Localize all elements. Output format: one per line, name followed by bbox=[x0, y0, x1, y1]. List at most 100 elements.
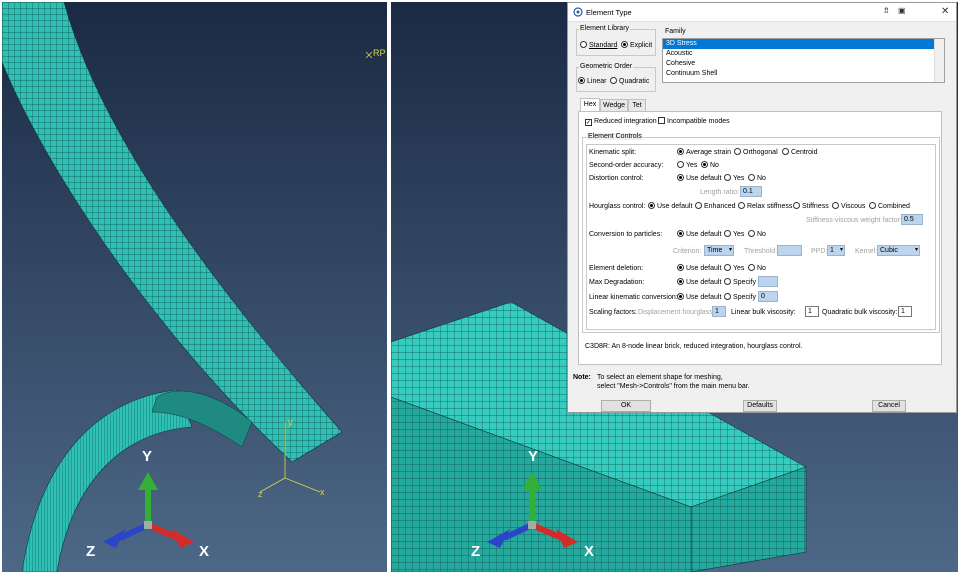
cancel-button[interactable]: Cancel bbox=[872, 400, 906, 412]
radio-conversion-default[interactable]: Use default bbox=[677, 230, 721, 239]
tab-wedge[interactable]: Wedge bbox=[600, 99, 628, 111]
family-item[interactable]: Acoustic bbox=[663, 49, 944, 59]
linear-bulk-label: Linear bulk viscosity: bbox=[731, 308, 796, 317]
family-listbox[interactable]: 3D Stress Acoustic Cohesive Continuum Sh… bbox=[662, 38, 945, 83]
criterion-select[interactable]: Time▾ bbox=[704, 245, 734, 256]
axis-label-z: Z bbox=[86, 543, 95, 560]
ok-button[interactable]: OK bbox=[601, 400, 651, 412]
tab-hex[interactable]: Hex bbox=[580, 98, 600, 111]
stiffness-viscous-label: Stiffness-viscous weight factor: bbox=[806, 216, 902, 225]
mini-axis-z: z bbox=[258, 489, 263, 499]
axis-label-x-right: X bbox=[584, 543, 594, 560]
stiffness-viscous-input[interactable]: 0.5 bbox=[901, 214, 923, 225]
element-controls-label: Element Controls bbox=[587, 133, 643, 140]
radio-degradation-specify[interactable]: Specify bbox=[724, 278, 756, 287]
close-icon[interactable]: ✕ bbox=[941, 6, 949, 17]
threshold-input[interactable] bbox=[777, 245, 802, 256]
tab-tet[interactable]: Tet bbox=[628, 99, 646, 111]
mini-axis-y: y bbox=[288, 417, 293, 427]
kernel-select[interactable]: Cubic▾ bbox=[877, 245, 920, 256]
family-label: Family bbox=[665, 27, 686, 36]
radio-second-order-yes[interactable]: Yes bbox=[677, 161, 697, 170]
radio-hourglass-relax[interactable]: Relax stiffness bbox=[738, 202, 792, 211]
pin-icon[interactable]: ⇯ bbox=[883, 6, 890, 15]
radio-average-strain[interactable]: Average strain bbox=[677, 148, 731, 157]
length-ratio-input[interactable]: 0.1 bbox=[740, 186, 762, 197]
radio-hourglass-enhanced[interactable]: Enhanced bbox=[695, 202, 736, 211]
radio-orthogonal[interactable]: Orthogonal bbox=[734, 148, 778, 157]
defaults-button[interactable]: Defaults bbox=[743, 400, 777, 412]
element-deletion-label: Element deletion: bbox=[589, 264, 643, 273]
max-degradation-label: Max Degradation: bbox=[589, 278, 644, 287]
radio-conversion-yes[interactable]: Yes bbox=[724, 230, 744, 239]
note-label: Note: bbox=[573, 373, 591, 382]
radio-explicit[interactable]: Explicit bbox=[621, 41, 652, 50]
radio-deletion-yes[interactable]: Yes bbox=[724, 264, 744, 273]
app-icon bbox=[573, 7, 583, 17]
radio-kinematic-default[interactable]: Use default bbox=[677, 293, 721, 302]
ppd-label: PPD: bbox=[811, 247, 827, 256]
axis-label-z-right: Z bbox=[471, 543, 480, 560]
radio-distortion-default[interactable]: Use default bbox=[677, 174, 721, 183]
quad-bulk-input[interactable]: 1 bbox=[898, 306, 912, 317]
axis-label-y: Y bbox=[142, 448, 152, 465]
distortion-control-label: Distortion control: bbox=[589, 174, 643, 183]
radio-hourglass-combined[interactable]: Combined bbox=[869, 202, 910, 211]
threshold-label: Threshold: bbox=[744, 247, 777, 256]
linear-bulk-input[interactable]: 1 bbox=[805, 306, 819, 317]
radio-distortion-yes[interactable]: Yes bbox=[724, 174, 744, 183]
chevron-down-icon: ▾ bbox=[840, 246, 843, 255]
note-line-1: To select an element shape for meshing, bbox=[597, 373, 723, 382]
second-order-label: Second-order accuracy: bbox=[589, 161, 663, 170]
radio-degradation-default[interactable]: Use default bbox=[677, 278, 721, 287]
linear-kinematic-label: Linear kinematic conversion: bbox=[589, 293, 678, 302]
family-scrollbar[interactable] bbox=[934, 39, 944, 82]
ppd-select[interactable]: 1▾ bbox=[827, 245, 845, 256]
radio-second-order-no[interactable]: No bbox=[701, 161, 719, 170]
axis-label-x: X bbox=[199, 543, 209, 560]
family-item[interactable]: Cohesive bbox=[663, 59, 944, 69]
note-line-2: select "Mesh->Controls" from the main me… bbox=[597, 382, 750, 391]
radio-deletion-no[interactable]: No bbox=[748, 264, 766, 273]
axis-label-y-right: Y bbox=[528, 448, 538, 465]
left-viewport[interactable]: RP z x y Y X Z bbox=[2, 2, 387, 572]
window-icon[interactable]: ▣ bbox=[898, 6, 906, 15]
chevron-down-icon: ▾ bbox=[729, 246, 732, 255]
quad-bulk-label: Quadratic bulk viscosity: bbox=[822, 308, 897, 317]
radio-kinematic-specify[interactable]: Specify bbox=[724, 293, 756, 302]
kinematic-split-label: Kinematic split: bbox=[589, 148, 636, 157]
mini-axis-x: x bbox=[320, 487, 325, 497]
radio-hourglass-stiffness[interactable]: Stiffness bbox=[793, 202, 829, 211]
radio-conversion-no[interactable]: No bbox=[748, 230, 766, 239]
disp-hourglass-input[interactable]: 1 bbox=[712, 306, 726, 317]
family-item[interactable]: Continuum Shell bbox=[663, 69, 944, 79]
conversion-label: Conversion to particles: bbox=[589, 230, 662, 239]
family-item[interactable]: 3D Stress bbox=[663, 39, 944, 49]
incompatible-modes-checkbox[interactable]: Incompatible modes bbox=[658, 117, 730, 126]
kernel-label: Kernel: bbox=[855, 247, 877, 256]
radio-hourglass-default[interactable]: Use default bbox=[648, 202, 692, 211]
dialog-title: Element Type bbox=[586, 8, 632, 17]
radio-centroid[interactable]: Centroid bbox=[782, 148, 817, 157]
radio-standard[interactable]: Standard bbox=[580, 41, 617, 50]
linear-kinematic-input[interactable]: 0 bbox=[758, 291, 778, 302]
radio-hourglass-viscous[interactable]: Viscous bbox=[832, 202, 865, 211]
hourglass-control-label: Hourglass control: bbox=[589, 202, 645, 211]
radio-distortion-no[interactable]: No bbox=[748, 174, 766, 183]
element-library-label: Element Library bbox=[579, 25, 630, 32]
radio-quadratic[interactable]: Quadratic bbox=[610, 77, 649, 86]
disp-hourglass-label: Displacement hourglass: bbox=[638, 308, 715, 317]
chevron-down-icon: ▾ bbox=[915, 246, 918, 255]
criterion-label: Criterion: bbox=[673, 247, 701, 256]
scaling-factors-label: Scaling factors: bbox=[589, 308, 637, 317]
dialog-titlebar[interactable]: Element Type ⇯ ▣ ✕ bbox=[568, 3, 956, 22]
length-ratio-label: Length ratio: bbox=[700, 188, 739, 197]
element-description: C3D8R: An 8-node linear brick, reduced i… bbox=[585, 342, 803, 351]
geometric-order-label: Geometric Order bbox=[579, 63, 633, 70]
max-degradation-input[interactable] bbox=[758, 276, 778, 287]
reduced-integration-checkbox[interactable]: ✓Reduced integration bbox=[585, 117, 657, 126]
left-viewport-canvas bbox=[2, 2, 387, 572]
rp-label: RP bbox=[373, 48, 386, 58]
radio-linear[interactable]: Linear bbox=[578, 77, 606, 86]
radio-deletion-default[interactable]: Use default bbox=[677, 264, 721, 273]
